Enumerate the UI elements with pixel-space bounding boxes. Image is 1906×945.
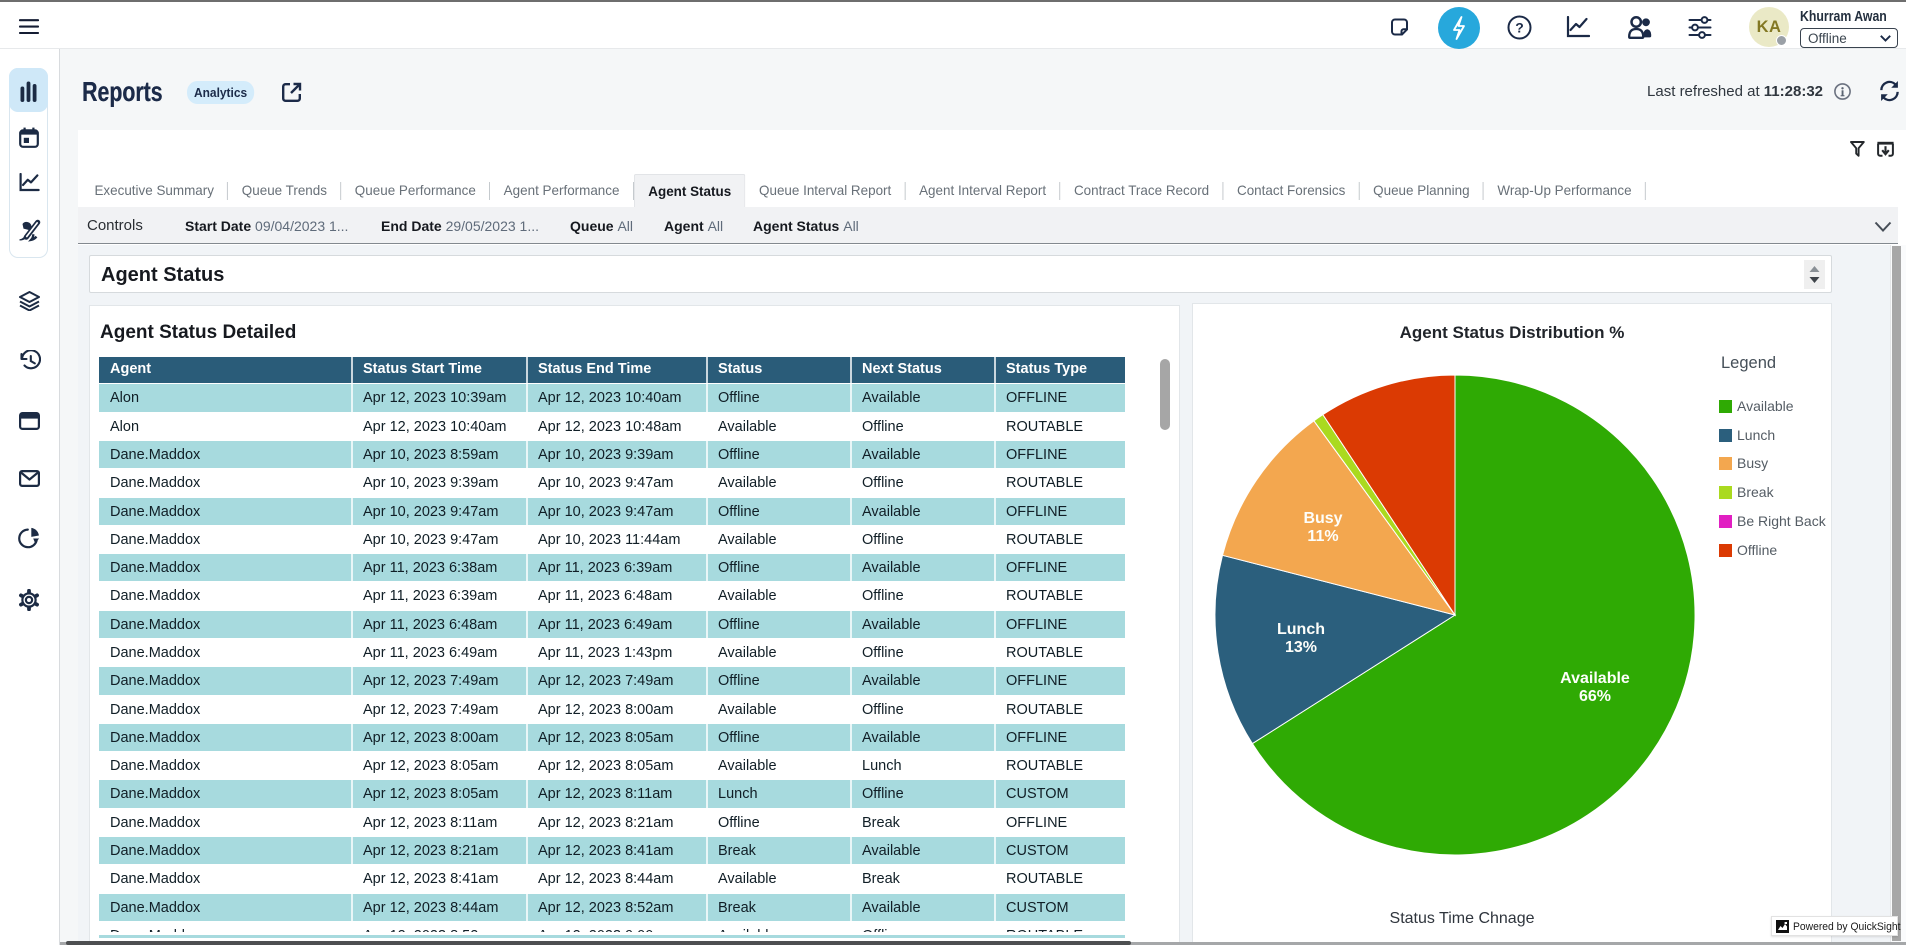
svg-text:?: ? [1515, 20, 1524, 36]
